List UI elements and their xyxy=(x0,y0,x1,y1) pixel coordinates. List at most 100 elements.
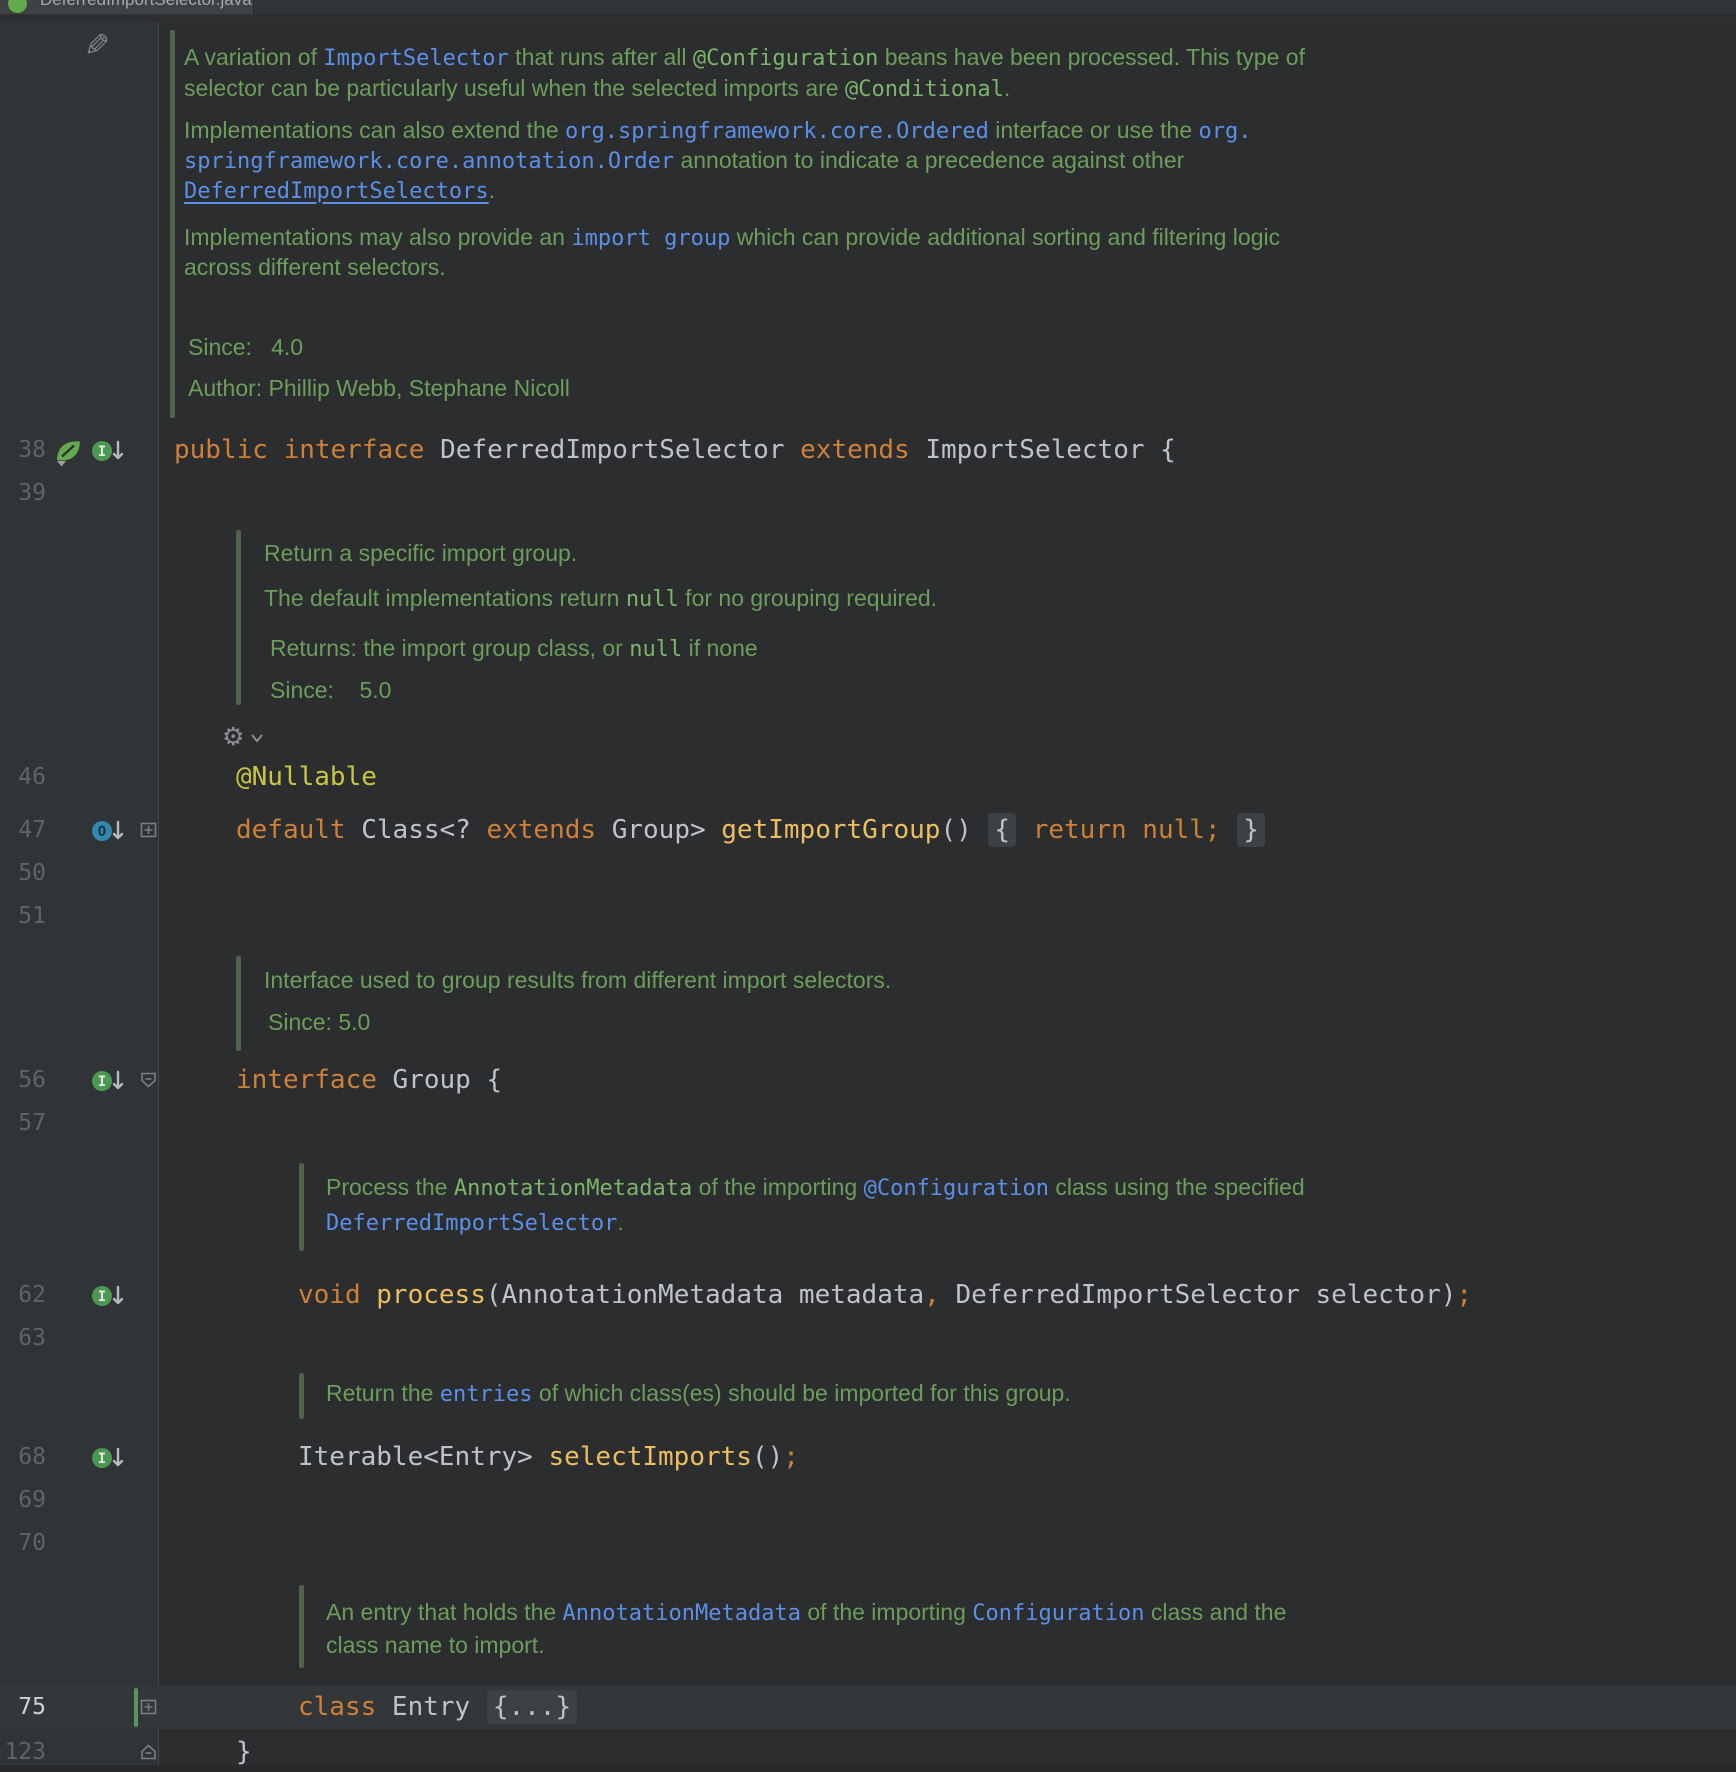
code-line-56[interactable]: interface Group { xyxy=(236,1059,502,1102)
text-run: across different selectors. xyxy=(184,254,446,280)
text-run: Since: 5.0 xyxy=(270,677,391,703)
line-number-75[interactable]: 75 xyxy=(0,1686,46,1729)
text-run: () xyxy=(940,815,987,845)
code-line-75[interactable]: class Entry {...} xyxy=(298,1686,578,1729)
implementations-icon[interactable]: I xyxy=(92,1282,126,1310)
text-run: extends xyxy=(486,815,611,845)
doc-line: An entry that holds the AnnotationMetada… xyxy=(326,1597,1286,1627)
fold-marker-plus-icon[interactable] xyxy=(140,822,157,838)
editor-tab[interactable]: DeferredImportSelector.java xyxy=(0,0,254,14)
text-run: process xyxy=(376,1280,486,1310)
text-run: entries xyxy=(440,1382,533,1407)
line-number-70[interactable]: 70 xyxy=(0,1522,46,1565)
text-run: @Nullable xyxy=(236,762,377,792)
text-run: Class<? xyxy=(361,815,486,845)
code-line-62[interactable]: void process(AnnotationMetadata metadata… xyxy=(298,1274,1472,1317)
fold-marker-plus-icon[interactable] xyxy=(140,1699,157,1715)
vcs-change-marker[interactable] xyxy=(134,1688,138,1727)
text-run: of the importing xyxy=(692,1174,863,1200)
doc-block-bar xyxy=(299,1585,304,1668)
text-run: null xyxy=(629,637,682,662)
spring-bean-icon[interactable] xyxy=(54,437,88,465)
text-run: DeferredImportSelector xyxy=(440,435,800,465)
text-run: of which class(es) should be imported fo… xyxy=(533,1380,1071,1406)
code-line-46[interactable]: @Nullable xyxy=(236,756,377,799)
text-run: {...} xyxy=(487,1690,577,1724)
doc-line: DeferredImportSelectors. xyxy=(184,175,495,205)
svg-text:I: I xyxy=(98,1451,106,1467)
line-number-56[interactable]: 56 xyxy=(0,1059,46,1102)
text-run: DeferredImportSelector xyxy=(326,1211,617,1236)
svg-text:I: I xyxy=(98,1289,106,1305)
fold-marker-end-icon[interactable] xyxy=(140,1744,157,1760)
implementations-icon[interactable]: I xyxy=(92,1444,126,1472)
svg-text:I: I xyxy=(98,1074,106,1090)
line-number-63[interactable]: 63 xyxy=(0,1317,46,1360)
editor-area[interactable] xyxy=(159,22,1736,1765)
line-number-57[interactable]: 57 xyxy=(0,1102,46,1145)
text-run: . xyxy=(617,1209,623,1235)
code-line-38[interactable]: public interface DeferredImportSelector … xyxy=(174,429,1176,472)
line-number-68[interactable]: 68 xyxy=(0,1436,46,1479)
text-run: class using the specified xyxy=(1049,1174,1305,1200)
line-number-38[interactable]: 38 xyxy=(0,429,46,472)
edit-doc-pencil-icon[interactable]: ✎ xyxy=(84,30,110,61)
text-run: (AnnotationMetadata metadata xyxy=(486,1280,924,1310)
caret-line-highlight xyxy=(0,1686,1736,1729)
doc-block-bar xyxy=(299,1373,304,1419)
status-bar-edge xyxy=(0,1765,1736,1772)
text-run: Returns: the import group class, or xyxy=(270,635,629,661)
text-run: null xyxy=(626,587,679,612)
text-run: Implementations may also provide an xyxy=(184,224,571,250)
text-run: class name to import. xyxy=(326,1632,545,1658)
line-number-46[interactable]: 46 xyxy=(0,756,46,799)
text-run: class xyxy=(298,1692,392,1722)
overridden-icon[interactable]: O xyxy=(92,817,126,845)
text-run: } xyxy=(1237,813,1265,847)
doc-line: springframework.core.annotation.Order an… xyxy=(184,145,1184,175)
line-number-62[interactable]: 62 xyxy=(0,1274,46,1317)
doc-line: across different selectors. xyxy=(184,252,446,282)
text-run: { xyxy=(988,813,1016,847)
doc-line: The default implementations return null … xyxy=(264,583,937,613)
text-run: that runs after all xyxy=(509,44,693,70)
text-run: A variation of xyxy=(184,44,323,70)
intention-gear-icon[interactable]: ⚙ xyxy=(222,722,266,754)
text-run: Since: 5.0 xyxy=(268,1009,370,1035)
doc-line: Author: Phillip Webb, Stephane Nicoll xyxy=(188,373,570,403)
doc-line: Return the entries of which class(es) sh… xyxy=(326,1378,1071,1408)
line-number-47[interactable]: 47 xyxy=(0,809,46,852)
text-run: @Conditional xyxy=(845,77,1004,102)
text-run: org. xyxy=(1199,119,1252,144)
line-number-50[interactable]: 50 xyxy=(0,852,46,895)
text-run: annotation to indicate a precedence agai… xyxy=(674,147,1184,173)
code-line-47[interactable]: default Class<? extends Group> getImport… xyxy=(236,809,1266,852)
doc-line: Process the AnnotationMetadata of the im… xyxy=(326,1172,1305,1202)
text-run: selector can be particularly useful when… xyxy=(184,75,845,101)
text-run: Entry xyxy=(392,1692,486,1722)
text-run: getImportGroup xyxy=(721,815,940,845)
doc-line: Returns: the import group class, or null… xyxy=(270,633,758,663)
text-run: The default implementations return xyxy=(264,585,626,611)
doc-line: selector can be particularly useful when… xyxy=(184,73,1010,103)
text-run: import group xyxy=(571,226,730,251)
text-run: Author: Phillip Webb, Stephane Nicoll xyxy=(188,375,570,401)
implementations-icon[interactable]: I xyxy=(92,437,126,465)
tab-bar-divider xyxy=(0,14,1736,22)
text-run: springframework.core.annotation.Order xyxy=(184,149,674,174)
line-number-69[interactable]: 69 xyxy=(0,1479,46,1522)
fold-marker-start-icon[interactable] xyxy=(140,1072,157,1088)
text-run: } xyxy=(236,1737,252,1767)
text-run: () xyxy=(752,1442,783,1472)
doc-link[interactable]: DeferredImportSelectors xyxy=(184,179,489,204)
text-run: if none xyxy=(682,635,757,661)
line-number-51[interactable]: 51 xyxy=(0,895,46,938)
text-run: @Configuration xyxy=(693,46,878,71)
implementations-icon[interactable]: I xyxy=(92,1067,126,1095)
doc-line: Since: 5.0 xyxy=(268,1007,370,1037)
doc-line: Implementations may also provide an impo… xyxy=(184,222,1280,252)
code-line-68[interactable]: Iterable<Entry> selectImports(); xyxy=(298,1436,799,1479)
line-number-39[interactable]: 39 xyxy=(0,472,46,515)
text-run: ; xyxy=(1456,1280,1472,1310)
text-run: Interface used to group results from dif… xyxy=(264,967,891,993)
